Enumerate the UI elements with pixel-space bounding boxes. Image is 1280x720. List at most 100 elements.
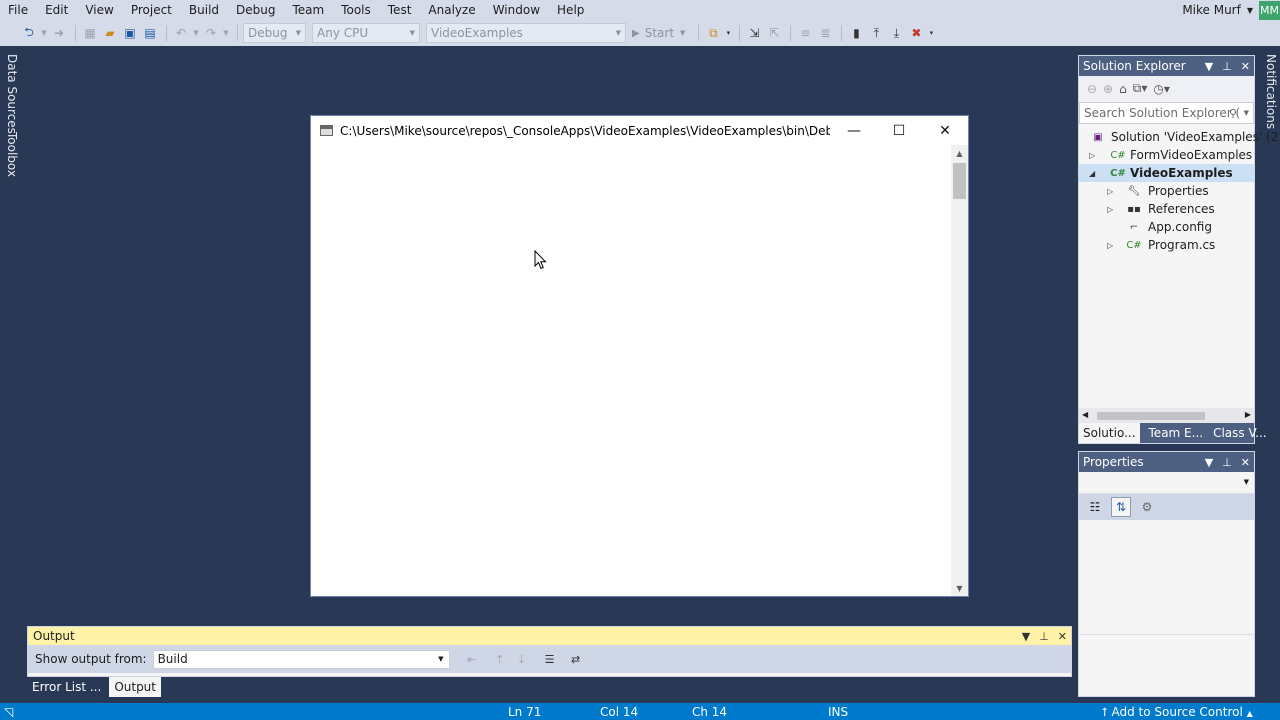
chevron-down-icon[interactable]: ▼ [192,24,200,42]
forward-arrow-icon[interactable]: ➜ [50,24,68,42]
tab-data-sources[interactable]: Data Sources [5,54,19,134]
property-pages-icon[interactable]: ⚙ [1137,497,1157,517]
back-arrow-icon[interactable]: ⮌ [20,24,38,42]
solution-hscrollbar[interactable]: ◀ ▶ [1079,408,1254,423]
chevron-down-icon[interactable]: ▼ [1205,456,1213,469]
solution-search-input[interactable]: Search Solution Explorer ( ⚲ ▼ [1079,102,1254,124]
tree-item-program[interactable]: ▷ C# Program.cs [1079,236,1254,254]
step-over-icon[interactable]: ⇱ [765,24,783,42]
platform-select[interactable]: Any CPU ▼ [312,23,420,43]
expand-arrow-icon[interactable]: ▷ [1107,205,1113,214]
home-icon[interactable]: ⌂ [1119,82,1127,96]
next-bookmark-icon[interactable]: ⤓ [887,24,905,42]
pin-icon[interactable]: ⊥ [1039,630,1049,643]
tree-item-solution[interactable]: ▣ Solution 'VideoExamples' (2 [1079,128,1278,146]
undo-icon[interactable]: ↶ [172,24,190,42]
tab-class-view[interactable]: Class V... [1209,423,1271,443]
console-window[interactable]: C:\Users\Mike\source\repos\_ConsoleApps\… [310,115,969,597]
browser-link-icon[interactable]: ⧉ [704,24,722,42]
menu-tools[interactable]: Tools [333,1,380,19]
minimize-button[interactable]: — [831,116,877,145]
tab-solution-explorer[interactable]: Solutio... [1079,423,1140,443]
back-arrow-icon[interactable]: ⊖ [1087,82,1097,96]
chevron-down-icon[interactable]: ▼ [1205,60,1213,73]
tree-item-appconfig[interactable]: ⌐ App.config [1079,218,1254,236]
console-title-bar[interactable]: C:\Users\Mike\source\repos\_ConsoleApps\… [311,116,968,145]
menu-help[interactable]: Help [549,1,593,19]
pending-changes-icon[interactable]: ◷▾ [1153,82,1170,96]
menu-view[interactable]: View [77,1,122,19]
word-wrap-icon[interactable]: ⇄ [566,650,586,668]
scroll-down-icon[interactable]: ▼ [951,580,968,596]
comment-icon[interactable]: ≡ [796,24,814,42]
toolbar-overflow-icon[interactable]: ▾ [927,24,935,42]
solution-hscroll-thumb[interactable] [1097,412,1205,420]
menu-project[interactable]: Project [123,1,181,19]
source-control-button[interactable]: ⭡ Add to Source Control ▲ [1102,705,1253,720]
scroll-left-icon[interactable]: ◀ [1082,410,1088,419]
tree-item-properties[interactable]: ▷ 🔧︎ Properties [1079,182,1254,200]
next-message-icon[interactable]: ⇣ [512,650,532,668]
menu-window[interactable]: Window [485,1,549,19]
redo-icon[interactable]: ↷ [202,24,220,42]
save-icon[interactable]: ▣ [121,24,139,42]
menu-analyze[interactable]: Analyze [420,1,484,19]
tab-error-list[interactable]: Error List ... [27,677,106,697]
tab-team-explorer[interactable]: Team E... [1145,423,1208,443]
tab-output[interactable]: Output [109,677,161,697]
menu-edit[interactable]: Edit [37,1,77,19]
collapse-arrow-icon[interactable]: ◢ [1089,169,1095,178]
clear-bookmarks-icon[interactable]: ✖ [907,24,925,42]
chevron-down-icon[interactable]: ▼ [40,24,48,42]
expand-arrow-icon[interactable]: ▷ [1107,187,1113,196]
find-message-icon[interactable]: ⇤ [462,650,482,668]
close-icon[interactable]: ✕ [1058,630,1067,643]
toolbar-overflow-icon[interactable]: ▾ [724,24,732,42]
tree-item-videoexamples[interactable]: ◢ C# VideoExamples [1079,164,1254,182]
user-account[interactable]: Mike Murf ▼ MM [1182,0,1280,20]
close-icon[interactable]: ✕ [1241,456,1250,469]
pin-icon[interactable]: ⊥ [1222,456,1232,469]
solution-config-select[interactable]: Debug ▼ [243,23,306,43]
expand-arrow-icon[interactable]: ▷ [1089,151,1095,160]
properties-object-select[interactable]: ▼ [1079,472,1254,494]
menu-build[interactable]: Build [181,1,228,19]
scroll-up-icon[interactable]: ▲ [951,145,968,161]
tab-toolbox[interactable]: Toolbox [5,132,19,177]
menu-team[interactable]: Team [284,1,333,19]
bookmark-icon[interactable]: ▮ [847,24,865,42]
open-folder-icon[interactable]: ▰ [101,24,119,42]
scroll-right-icon[interactable]: ▶ [1245,410,1251,419]
console-scroll-thumb[interactable] [953,163,966,199]
console-output-area[interactable] [311,145,952,596]
maximize-button[interactable]: ☐ [876,116,922,145]
console-scrollbar[interactable]: ▲ ▼ [951,145,968,596]
output-source-select[interactable]: Build ▼ [152,649,450,669]
tree-item-references[interactable]: ▷ ▪▪ References [1079,200,1254,218]
menu-file[interactable]: File [0,1,37,19]
clear-all-icon[interactable]: ☰ [540,650,560,668]
tree-item-formvideoexamples[interactable]: ▷ C# FormVideoExamples [1079,146,1254,164]
categorized-icon[interactable]: ☷ [1085,497,1105,517]
expand-arrow-icon[interactable]: ▷ [1107,241,1113,250]
alphabetical-icon[interactable]: ⇅ [1111,497,1131,517]
start-button[interactable]: ▶ Start ▼ [632,26,685,40]
chevron-down-icon[interactable]: ▼ [1244,109,1249,117]
prev-bookmark-icon[interactable]: ⤒ [867,24,885,42]
close-icon[interactable]: ✕ [1241,60,1250,73]
save-all-icon[interactable]: ▤ [141,24,159,42]
pin-icon[interactable]: ⊥ [1222,60,1232,73]
step-into-icon[interactable]: ⇲ [745,24,763,42]
menu-test[interactable]: Test [380,1,421,19]
uncomment-icon[interactable]: ≣ [816,24,834,42]
startup-project-select[interactable]: VideoExamples ▼ [426,23,626,43]
chevron-down-icon[interactable]: ▼ [1022,630,1030,643]
new-project-icon[interactable]: ▦ [81,24,99,42]
chevron-down-icon[interactable]: ▼ [222,24,230,42]
menu-debug[interactable]: Debug [228,1,284,19]
prev-message-icon[interactable]: ⇡ [490,650,510,668]
forward-arrow-icon[interactable]: ⊕ [1103,82,1113,96]
close-button[interactable]: ✕ [922,116,968,145]
switch-views-icon[interactable]: ⧉▾ [1133,81,1148,96]
tab-notifications[interactable]: Notifications [1264,54,1278,129]
